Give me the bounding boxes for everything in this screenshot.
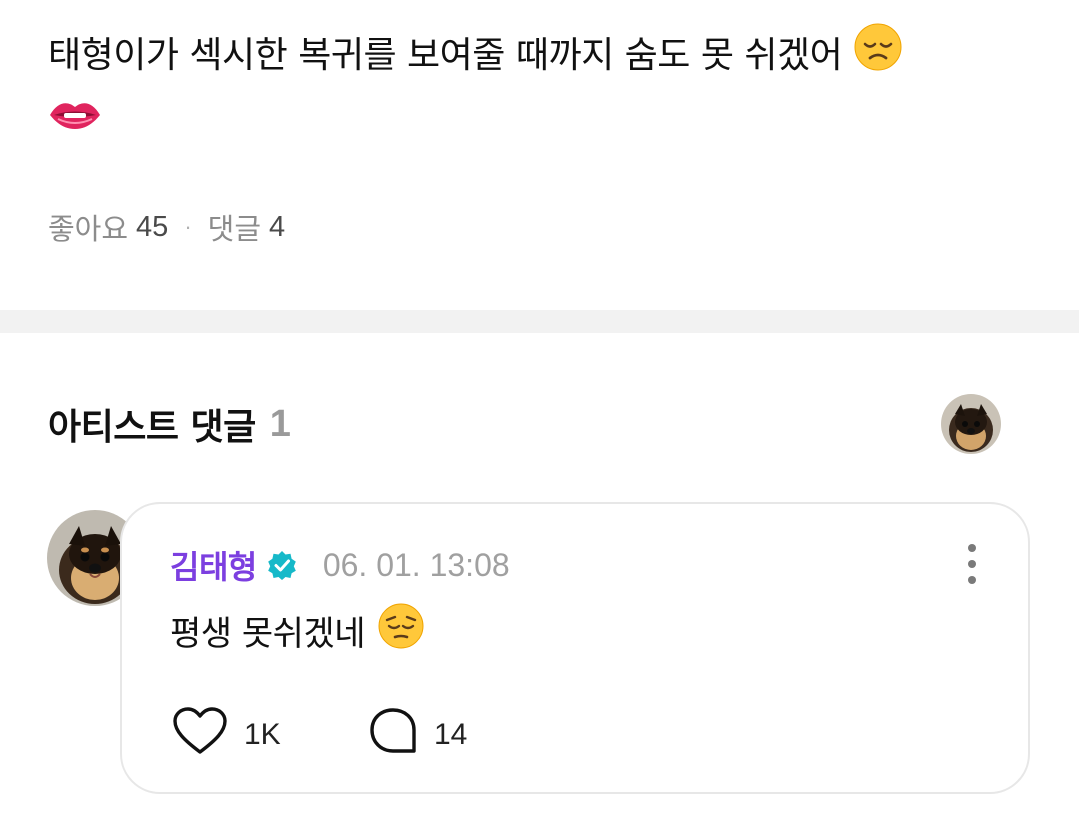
comment-author-name[interactable]: 김태형 — [170, 542, 257, 588]
comment-timestamp: 06. 01. 13:08 — [322, 546, 510, 583]
likes-label[interactable]: 좋아요 — [48, 206, 128, 248]
speech-bubble-icon[interactable] — [368, 706, 418, 764]
pensive-face-icon — [377, 602, 425, 659]
comments-label[interactable]: 댓글 — [208, 206, 261, 248]
heart-icon[interactable] — [172, 706, 228, 764]
disappointed-face-icon — [853, 22, 903, 92]
artist-avatar-small[interactable] — [941, 394, 1001, 454]
verified-badge-icon — [267, 550, 297, 580]
comments-count[interactable]: 4 — [269, 211, 285, 244]
likes-count[interactable]: 45 — [136, 211, 168, 244]
post-text: 태형이가 섹시한 복귀를 보여줄 때까지 숨도 못 쉬겠어 — [48, 22, 1038, 155]
more-options-icon[interactable] — [964, 544, 980, 584]
artist-comments-count: 1 — [269, 402, 291, 445]
comment-text: 평생 못쉬겠네 — [170, 614, 366, 654]
comment-header: 김태형 06. 01. 13:08 — [170, 542, 510, 588]
section-divider — [0, 310, 1079, 333]
artist-comments-header: 아티스트 댓글 1 — [48, 396, 291, 452]
biting-lip-icon — [48, 93, 102, 155]
post-stats: 좋아요 45 · 댓글 4 — [48, 205, 285, 249]
like-action[interactable]: 1K — [172, 706, 281, 764]
stats-separator: · — [184, 214, 192, 239]
post: 태형이가 섹시한 복귀를 보여줄 때까지 숨도 못 쉬겠어 좋아요 45 · 댓… — [0, 0, 1079, 310]
comment-body: 평생 못쉬겠네 — [170, 602, 425, 659]
like-count: 1K — [244, 718, 281, 751]
reply-action[interactable]: 14 — [368, 706, 467, 764]
artist-comments-title: 아티스트 댓글 — [48, 407, 256, 448]
post-text-content: 태형이가 섹시한 복귀를 보여줄 때까지 숨도 못 쉬겠어 — [48, 35, 843, 76]
reply-count: 14 — [434, 718, 468, 751]
artist-comment-card: 김태형 06. 01. 13:08 평생 못쉬겠네 1K 14 — [120, 502, 1030, 794]
